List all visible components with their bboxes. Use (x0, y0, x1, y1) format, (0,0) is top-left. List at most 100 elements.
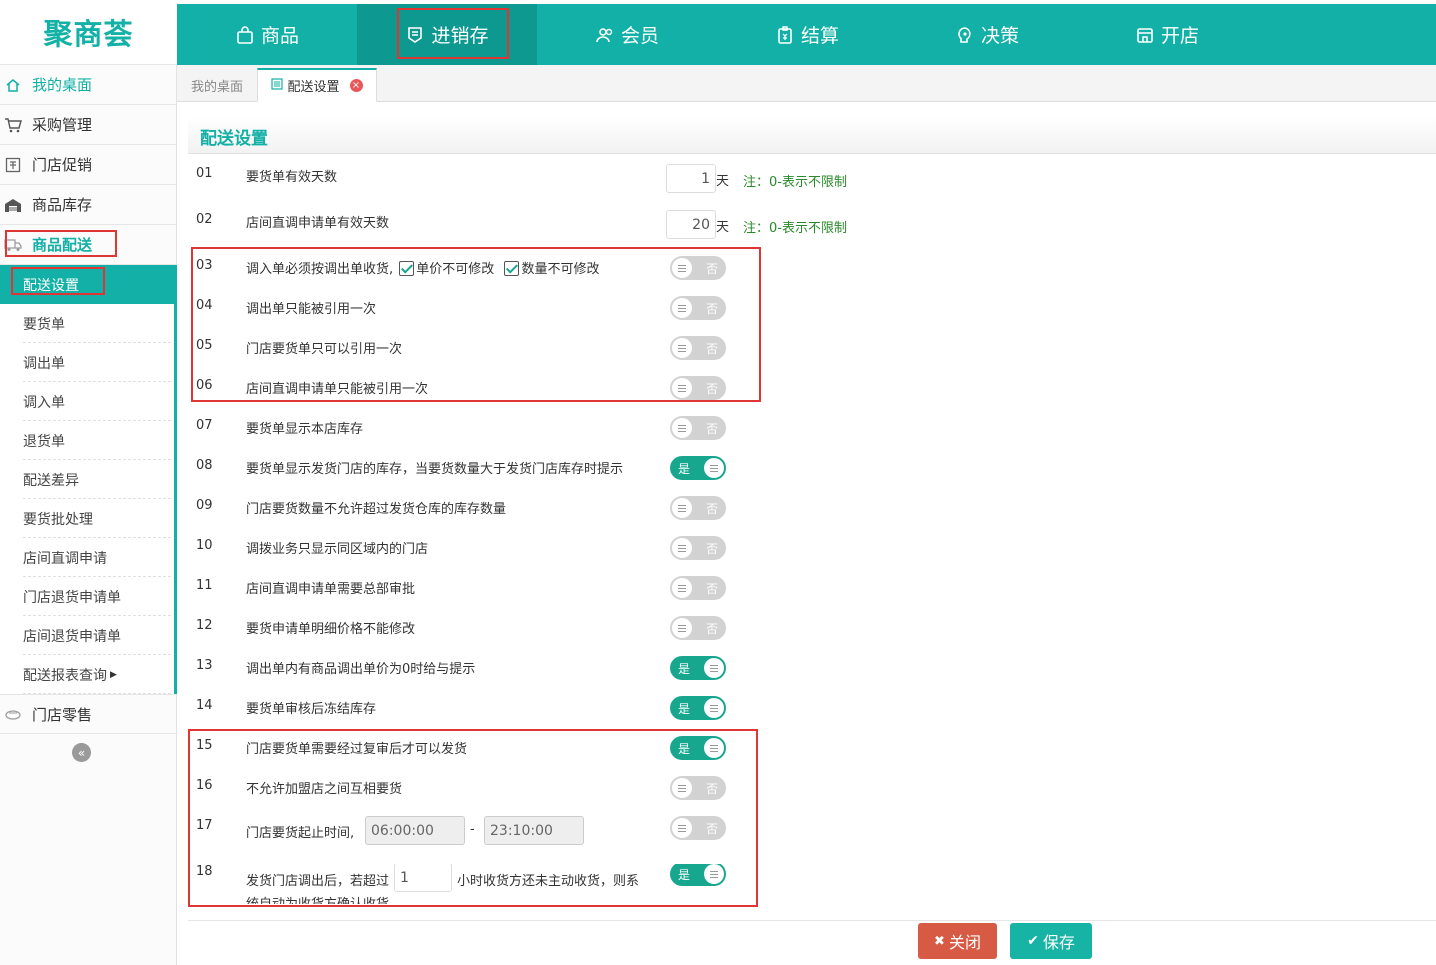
setting-row: 05 门店要货单只可以引用一次 否 (188, 336, 1436, 378)
nav-goods[interactable]: 商品 (177, 4, 357, 65)
submenu-direct-transfer[interactable]: 店间直调申请 (0, 538, 174, 577)
toggle-switch[interactable]: 是 (670, 736, 726, 760)
sidebar-item-stock[interactable]: 商品库存 (0, 185, 176, 225)
submenu-discrepancy[interactable]: 配送差异 (0, 460, 174, 499)
toggle-text: 是 (678, 662, 691, 676)
toggle-switch[interactable]: 否 (670, 816, 726, 840)
submenu-store-return[interactable]: 门店退货申请单 (0, 577, 174, 616)
sidebar-item-purchase[interactable]: 采购管理 (0, 105, 176, 145)
submenu-reports[interactable]: 配送报表查询 ▶ (0, 655, 174, 694)
setting-row: 11 店间直调申请单需要总部审批 否 (188, 576, 1436, 618)
toggle-switch[interactable]: 是 (670, 696, 726, 720)
tab-distribution-settings[interactable]: 配送设置 × (257, 68, 377, 102)
row-number: 11 (196, 578, 213, 593)
nav-settlement[interactable]: 结算 (717, 4, 897, 65)
nav-inventory[interactable]: 进销存 (357, 4, 537, 65)
toggle-text: 否 (705, 782, 718, 796)
toggle-switch[interactable]: 否 (670, 576, 726, 600)
toggle-switch[interactable]: 否 (670, 376, 726, 400)
row-number: 15 (196, 738, 213, 753)
sidebar-item-promotion[interactable]: 门店促销 (0, 145, 176, 185)
toggle-switch[interactable]: 否 (670, 616, 726, 640)
close-button[interactable]: ✖ 关闭 (918, 923, 997, 959)
days-input[interactable]: 20 (666, 210, 716, 239)
input-value: 20 (692, 216, 710, 233)
row-number: 17 (196, 818, 213, 833)
submenu-requisition[interactable]: 要货单 (0, 304, 174, 343)
submenu-inter-store-return[interactable]: 店间退货申请单 (0, 616, 174, 655)
toggle-knob (672, 418, 692, 438)
setting-row: 03 调入单必须按调出单收货, 单价不可修改 数量不可修改 否 (188, 256, 1436, 298)
submenu-label: 配送差异 (23, 472, 79, 489)
row-label: 店间直调申请单只能被引用一次 (246, 382, 429, 397)
nav-open-store[interactable]: 开店 (1077, 4, 1257, 65)
days-input[interactable]: 1 (666, 164, 716, 193)
toggle-switch[interactable]: 否 (670, 256, 726, 280)
inventory-icon (408, 26, 423, 43)
input-value: 1 (701, 170, 710, 187)
quantity-checkbox[interactable] (504, 261, 520, 276)
input-value: 1 (400, 869, 409, 886)
logo-text: 聚商荟 (43, 17, 134, 51)
submenu-label: 调入单 (23, 394, 65, 411)
toggle-text: 否 (705, 262, 718, 276)
submenu-transfer-out[interactable]: 调出单 (0, 343, 174, 382)
toggle-switch[interactable]: 是 (670, 456, 726, 480)
nav-label: 开店 (1160, 25, 1199, 47)
row-number: 10 (196, 538, 213, 553)
setting-row: 08 要货单显示发货门店的库存，当要货数量大于发货门店库存时提示 是 (188, 456, 1436, 498)
toggle-switch[interactable]: 否 (670, 496, 726, 520)
close-button-label: 关闭 (948, 933, 981, 952)
setting-row: 10 调拨业务只显示同区域内的门店 否 (188, 536, 1436, 578)
toggle-text: 否 (705, 382, 718, 396)
toggle-switch[interactable]: 否 (670, 336, 726, 360)
nav-decision[interactable]: 决策 (897, 4, 1077, 65)
tab-desktop[interactable]: 我的桌面 (191, 68, 243, 102)
toggle-switch[interactable]: 否 (670, 296, 726, 320)
nav-label: 商品 (260, 25, 299, 47)
row-label: 要货单审核后冻结库存 (246, 702, 377, 717)
close-tab-icon[interactable]: × (349, 79, 363, 92)
unit-label: 天 (716, 174, 730, 189)
toggle-switch[interactable]: 是 (670, 864, 726, 886)
toggle-switch[interactable]: 否 (670, 416, 726, 440)
start-time-input[interactable]: 06:00:00 (365, 816, 465, 845)
nav-label: 结算 (800, 25, 839, 47)
sidebar-item-label: 门店零售 (32, 705, 93, 724)
unit-label: 天 (716, 220, 730, 235)
sidebar-item-distribution[interactable]: 商品配送 (0, 225, 176, 265)
collapse-sidebar-icon[interactable]: « (72, 743, 91, 762)
toggle-knob (672, 338, 692, 358)
input-value: 23:10:00 (490, 822, 553, 839)
row-number: 07 (196, 418, 213, 433)
unit-price-checkbox[interactable] (399, 261, 415, 276)
submenu-batch[interactable]: 要货批处理 (0, 499, 174, 538)
hours-input[interactable]: 1 (394, 864, 452, 892)
sidebar-item-desktop[interactable]: 我的桌面 (0, 65, 176, 105)
toggle-switch[interactable]: 否 (670, 776, 726, 800)
submenu-label: 调出单 (23, 355, 65, 372)
top-navigation: 商品 进销存 会员 结算 决策 开店 (177, 4, 1436, 65)
toggle-knob (704, 864, 724, 884)
setting-row: 07 要货单显示本店库存 否 (188, 416, 1436, 458)
row-label: 门店要货起止时间, (246, 826, 355, 841)
toggle-text: 是 (678, 702, 691, 716)
save-button[interactable]: ✔ 保存 (1010, 923, 1092, 959)
sidebar-item-retail[interactable]: 门店零售 (0, 694, 176, 734)
row-label-part-b: 小时收货方还未主动收货，则系 (457, 874, 640, 889)
sidebar-item-label: 商品配送 (32, 236, 93, 254)
submenu-distribution-settings[interactable]: 配送设置 (0, 265, 174, 304)
submenu-transfer-in[interactable]: 调入单 (0, 382, 174, 421)
toggle-knob (672, 378, 692, 398)
toggle-switch[interactable]: 否 (670, 536, 726, 560)
setting-row: 16 不允许加盟店之间互相要货 否 (188, 776, 1436, 818)
save-button-label: 保存 (1042, 933, 1075, 952)
toggle-switch[interactable]: 是 (670, 656, 726, 680)
nav-members[interactable]: 会员 (537, 4, 717, 65)
members-icon (596, 27, 613, 42)
close-icon: ✖ (934, 933, 945, 949)
row-number: 13 (196, 658, 213, 673)
brand-logo[interactable]: 聚商荟 (0, 0, 177, 65)
submenu-return[interactable]: 退货单 (0, 421, 174, 460)
end-time-input[interactable]: 23:10:00 (484, 816, 584, 845)
